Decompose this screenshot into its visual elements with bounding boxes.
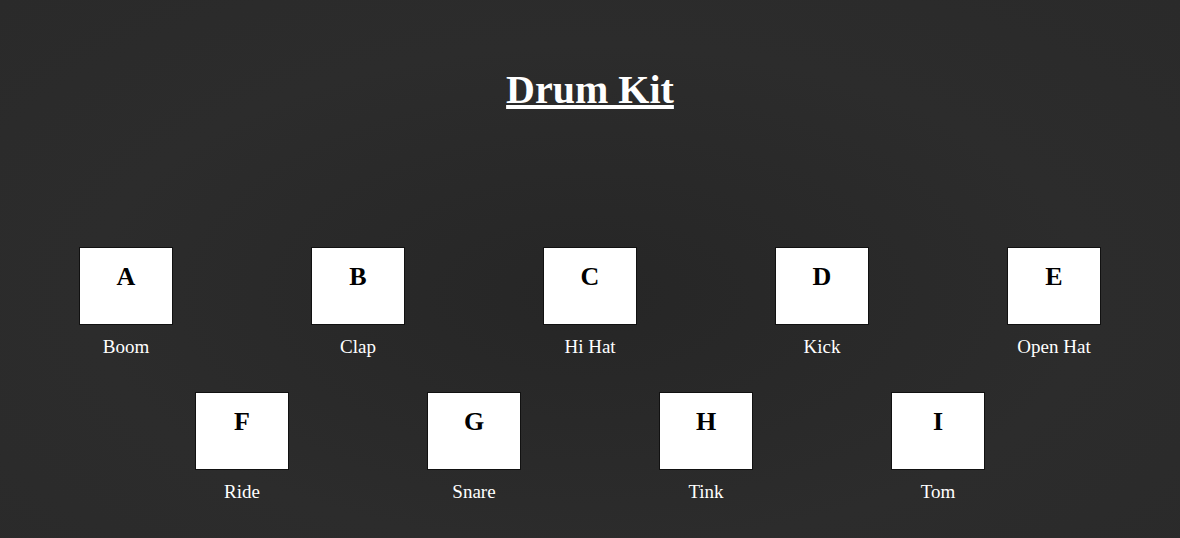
sound-label: Open Hat	[1017, 335, 1090, 359]
sound-label: Boom	[103, 335, 149, 359]
sound-label: Snare	[452, 480, 495, 504]
drum-key[interactable]: B Clap	[311, 247, 405, 359]
drum-key[interactable]: I Tom	[891, 392, 985, 504]
key-letter: I	[933, 407, 943, 469]
drum-key[interactable]: A Boom	[79, 247, 173, 359]
drum-key[interactable]: H Tink	[659, 392, 753, 504]
sound-label: Ride	[224, 480, 260, 504]
key-letter: A	[117, 262, 136, 324]
key-row: F Ride G Snare H Tink I Tom	[79, 392, 1101, 504]
key-letter: E	[1045, 262, 1062, 324]
key-letter: D	[813, 262, 832, 324]
sound-label: Kick	[804, 335, 841, 359]
key-letter: C	[581, 262, 600, 324]
key-box[interactable]: E	[1007, 247, 1101, 325]
drum-key[interactable]: D Kick	[775, 247, 869, 359]
key-box[interactable]: I	[891, 392, 985, 470]
sound-label: Clap	[340, 335, 376, 359]
key-box[interactable]: A	[79, 247, 173, 325]
key-letter: B	[349, 262, 366, 324]
key-letter: G	[464, 407, 484, 469]
sound-label: Hi Hat	[564, 335, 615, 359]
key-box[interactable]: G	[427, 392, 521, 470]
drum-key[interactable]: C Hi Hat	[543, 247, 637, 359]
key-letter: H	[696, 407, 716, 469]
key-box[interactable]: C	[543, 247, 637, 325]
key-box[interactable]: F	[195, 392, 289, 470]
drum-key[interactable]: G Snare	[427, 392, 521, 504]
drum-kit-page: Drum Kit A Boom B Clap C Hi Hat D Kick E Open Hat F…	[0, 0, 1180, 538]
key-row: A Boom B Clap C Hi Hat D Kick E Open Hat	[79, 247, 1101, 359]
drum-key[interactable]: F Ride	[195, 392, 289, 504]
key-box[interactable]: H	[659, 392, 753, 470]
sound-label: Tom	[921, 480, 956, 504]
key-box[interactable]: D	[775, 247, 869, 325]
content: Drum Kit A Boom B Clap C Hi Hat D Kick E Open Hat F…	[0, 0, 1180, 504]
drum-key[interactable]: E Open Hat	[1007, 247, 1101, 359]
sound-label: Tink	[688, 480, 723, 504]
page-title: Drum Kit	[506, 0, 674, 114]
key-rows: A Boom B Clap C Hi Hat D Kick E Open Hat F Ride G Sna…	[79, 247, 1101, 504]
key-letter: F	[234, 407, 250, 469]
key-box[interactable]: B	[311, 247, 405, 325]
